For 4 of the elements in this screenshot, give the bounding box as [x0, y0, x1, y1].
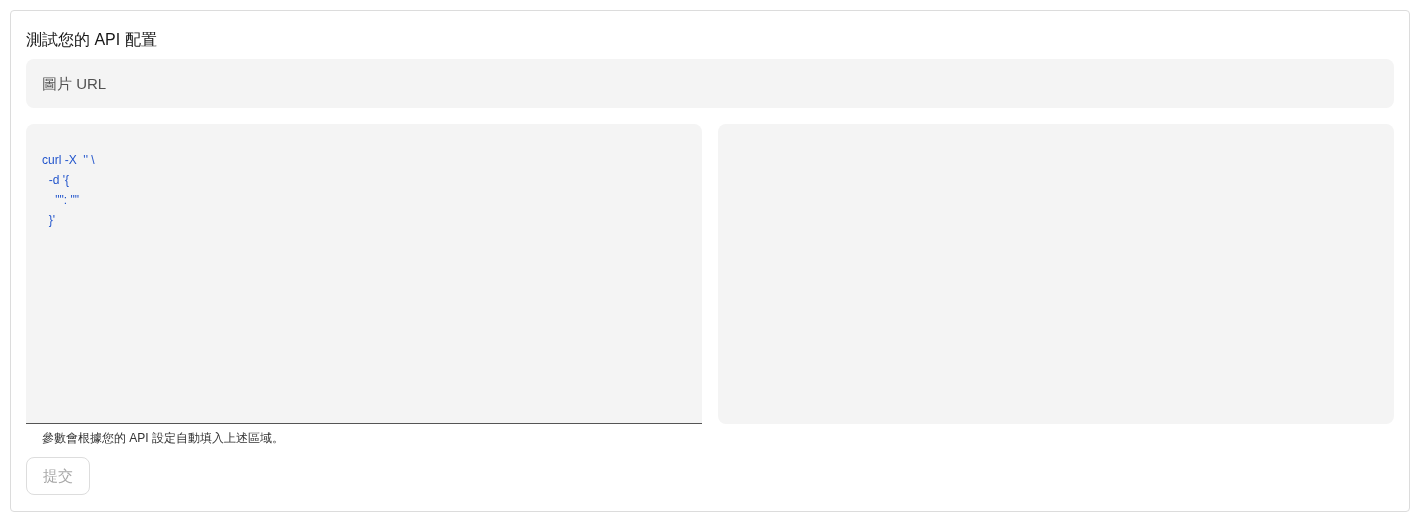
- url-input-field[interactable]: 圖片 URL: [26, 58, 1394, 109]
- helper-text: 參數會根據您的 API 設定自動填入上述區域。: [42, 430, 285, 448]
- code-field[interactable]: curl -X '' \ -d '{ "": "" }': [26, 124, 702, 425]
- panel-title: 測試您的 API 配置: [26, 30, 158, 50]
